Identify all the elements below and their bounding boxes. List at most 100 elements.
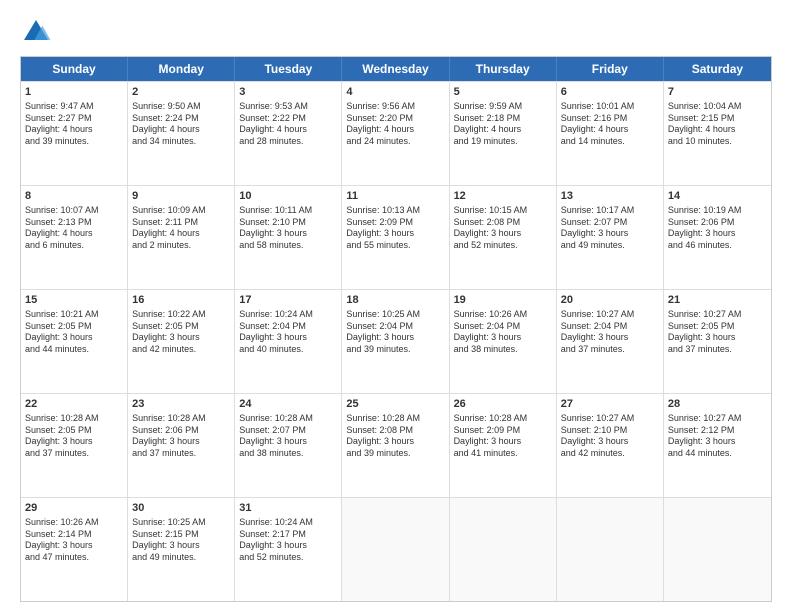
day-info: Sunrise: 10:28 AM Sunset: 2:08 PM Daylig… [346, 413, 444, 460]
day-number: 29 [25, 501, 123, 516]
day-info: Sunrise: 9:56 AM Sunset: 2:20 PM Dayligh… [346, 101, 444, 148]
week-row-3: 22Sunrise: 10:28 AM Sunset: 2:05 PM Dayl… [21, 393, 771, 497]
day-number: 21 [668, 293, 767, 308]
header [20, 16, 772, 48]
day-cell-5: 5Sunrise: 9:59 AM Sunset: 2:18 PM Daylig… [450, 82, 557, 185]
day-number: 3 [239, 85, 337, 100]
day-cell-12: 12Sunrise: 10:15 AM Sunset: 2:08 PM Dayl… [450, 186, 557, 289]
day-cell-23: 23Sunrise: 10:28 AM Sunset: 2:06 PM Dayl… [128, 394, 235, 497]
day-number: 28 [668, 397, 767, 412]
day-number: 19 [454, 293, 552, 308]
day-info: Sunrise: 10:21 AM Sunset: 2:05 PM Daylig… [25, 309, 123, 356]
empty-cell [450, 498, 557, 601]
day-info: Sunrise: 10:09 AM Sunset: 2:11 PM Daylig… [132, 205, 230, 252]
day-info: Sunrise: 10:27 AM Sunset: 2:05 PM Daylig… [668, 309, 767, 356]
day-cell-17: 17Sunrise: 10:24 AM Sunset: 2:04 PM Dayl… [235, 290, 342, 393]
cal-header-friday: Friday [557, 57, 664, 81]
day-number: 24 [239, 397, 337, 412]
day-cell-19: 19Sunrise: 10:26 AM Sunset: 2:04 PM Dayl… [450, 290, 557, 393]
day-number: 13 [561, 189, 659, 204]
day-cell-24: 24Sunrise: 10:28 AM Sunset: 2:07 PM Dayl… [235, 394, 342, 497]
day-number: 31 [239, 501, 337, 516]
day-info: Sunrise: 10:26 AM Sunset: 2:04 PM Daylig… [454, 309, 552, 356]
day-info: Sunrise: 9:53 AM Sunset: 2:22 PM Dayligh… [239, 101, 337, 148]
day-info: Sunrise: 10:01 AM Sunset: 2:16 PM Daylig… [561, 101, 659, 148]
day-cell-26: 26Sunrise: 10:28 AM Sunset: 2:09 PM Dayl… [450, 394, 557, 497]
week-row-1: 8Sunrise: 10:07 AM Sunset: 2:13 PM Dayli… [21, 185, 771, 289]
week-row-4: 29Sunrise: 10:26 AM Sunset: 2:14 PM Dayl… [21, 497, 771, 601]
day-number: 4 [346, 85, 444, 100]
week-row-2: 15Sunrise: 10:21 AM Sunset: 2:05 PM Dayl… [21, 289, 771, 393]
day-cell-28: 28Sunrise: 10:27 AM Sunset: 2:12 PM Dayl… [664, 394, 771, 497]
day-info: Sunrise: 10:17 AM Sunset: 2:07 PM Daylig… [561, 205, 659, 252]
cal-header-sunday: Sunday [21, 57, 128, 81]
cal-header-thursday: Thursday [450, 57, 557, 81]
day-number: 26 [454, 397, 552, 412]
day-info: Sunrise: 9:47 AM Sunset: 2:27 PM Dayligh… [25, 101, 123, 148]
day-info: Sunrise: 10:13 AM Sunset: 2:09 PM Daylig… [346, 205, 444, 252]
day-cell-18: 18Sunrise: 10:25 AM Sunset: 2:04 PM Dayl… [342, 290, 449, 393]
day-cell-11: 11Sunrise: 10:13 AM Sunset: 2:09 PM Dayl… [342, 186, 449, 289]
day-cell-7: 7Sunrise: 10:04 AM Sunset: 2:15 PM Dayli… [664, 82, 771, 185]
day-number: 27 [561, 397, 659, 412]
day-cell-14: 14Sunrise: 10:19 AM Sunset: 2:06 PM Dayl… [664, 186, 771, 289]
day-info: Sunrise: 10:27 AM Sunset: 2:04 PM Daylig… [561, 309, 659, 356]
day-number: 22 [25, 397, 123, 412]
day-number: 1 [25, 85, 123, 100]
day-info: Sunrise: 10:28 AM Sunset: 2:07 PM Daylig… [239, 413, 337, 460]
day-info: Sunrise: 10:27 AM Sunset: 2:12 PM Daylig… [668, 413, 767, 460]
logo-icon [20, 16, 52, 48]
day-cell-29: 29Sunrise: 10:26 AM Sunset: 2:14 PM Dayl… [21, 498, 128, 601]
day-number: 16 [132, 293, 230, 308]
day-number: 12 [454, 189, 552, 204]
day-number: 30 [132, 501, 230, 516]
day-number: 5 [454, 85, 552, 100]
day-info: Sunrise: 10:28 AM Sunset: 2:05 PM Daylig… [25, 413, 123, 460]
day-cell-13: 13Sunrise: 10:17 AM Sunset: 2:07 PM Dayl… [557, 186, 664, 289]
day-number: 11 [346, 189, 444, 204]
day-cell-6: 6Sunrise: 10:01 AM Sunset: 2:16 PM Dayli… [557, 82, 664, 185]
day-info: Sunrise: 10:11 AM Sunset: 2:10 PM Daylig… [239, 205, 337, 252]
day-cell-27: 27Sunrise: 10:27 AM Sunset: 2:10 PM Dayl… [557, 394, 664, 497]
cal-header-monday: Monday [128, 57, 235, 81]
day-cell-8: 8Sunrise: 10:07 AM Sunset: 2:13 PM Dayli… [21, 186, 128, 289]
day-cell-15: 15Sunrise: 10:21 AM Sunset: 2:05 PM Dayl… [21, 290, 128, 393]
day-number: 6 [561, 85, 659, 100]
day-number: 23 [132, 397, 230, 412]
day-cell-3: 3Sunrise: 9:53 AM Sunset: 2:22 PM Daylig… [235, 82, 342, 185]
day-info: Sunrise: 10:27 AM Sunset: 2:10 PM Daylig… [561, 413, 659, 460]
day-cell-16: 16Sunrise: 10:22 AM Sunset: 2:05 PM Dayl… [128, 290, 235, 393]
day-number: 10 [239, 189, 337, 204]
empty-cell [342, 498, 449, 601]
day-number: 15 [25, 293, 123, 308]
day-info: Sunrise: 9:50 AM Sunset: 2:24 PM Dayligh… [132, 101, 230, 148]
day-info: Sunrise: 10:24 AM Sunset: 2:04 PM Daylig… [239, 309, 337, 356]
week-row-0: 1Sunrise: 9:47 AM Sunset: 2:27 PM Daylig… [21, 81, 771, 185]
day-info: Sunrise: 10:15 AM Sunset: 2:08 PM Daylig… [454, 205, 552, 252]
day-info: Sunrise: 10:07 AM Sunset: 2:13 PM Daylig… [25, 205, 123, 252]
day-number: 9 [132, 189, 230, 204]
day-cell-1: 1Sunrise: 9:47 AM Sunset: 2:27 PM Daylig… [21, 82, 128, 185]
page: SundayMondayTuesdayWednesdayThursdayFrid… [0, 0, 792, 612]
day-cell-30: 30Sunrise: 10:25 AM Sunset: 2:15 PM Dayl… [128, 498, 235, 601]
day-info: Sunrise: 10:28 AM Sunset: 2:06 PM Daylig… [132, 413, 230, 460]
day-cell-21: 21Sunrise: 10:27 AM Sunset: 2:05 PM Dayl… [664, 290, 771, 393]
day-cell-25: 25Sunrise: 10:28 AM Sunset: 2:08 PM Dayl… [342, 394, 449, 497]
day-number: 7 [668, 85, 767, 100]
day-number: 18 [346, 293, 444, 308]
day-cell-4: 4Sunrise: 9:56 AM Sunset: 2:20 PM Daylig… [342, 82, 449, 185]
day-number: 17 [239, 293, 337, 308]
day-cell-10: 10Sunrise: 10:11 AM Sunset: 2:10 PM Dayl… [235, 186, 342, 289]
logo [20, 16, 56, 48]
day-number: 8 [25, 189, 123, 204]
cal-header-tuesday: Tuesday [235, 57, 342, 81]
calendar-body: 1Sunrise: 9:47 AM Sunset: 2:27 PM Daylig… [21, 81, 771, 601]
day-number: 20 [561, 293, 659, 308]
cal-header-saturday: Saturday [664, 57, 771, 81]
calendar-header: SundayMondayTuesdayWednesdayThursdayFrid… [21, 57, 771, 81]
day-cell-31: 31Sunrise: 10:24 AM Sunset: 2:17 PM Dayl… [235, 498, 342, 601]
day-info: Sunrise: 10:26 AM Sunset: 2:14 PM Daylig… [25, 517, 123, 564]
day-info: Sunrise: 10:04 AM Sunset: 2:15 PM Daylig… [668, 101, 767, 148]
day-info: Sunrise: 10:22 AM Sunset: 2:05 PM Daylig… [132, 309, 230, 356]
day-info: Sunrise: 10:25 AM Sunset: 2:04 PM Daylig… [346, 309, 444, 356]
